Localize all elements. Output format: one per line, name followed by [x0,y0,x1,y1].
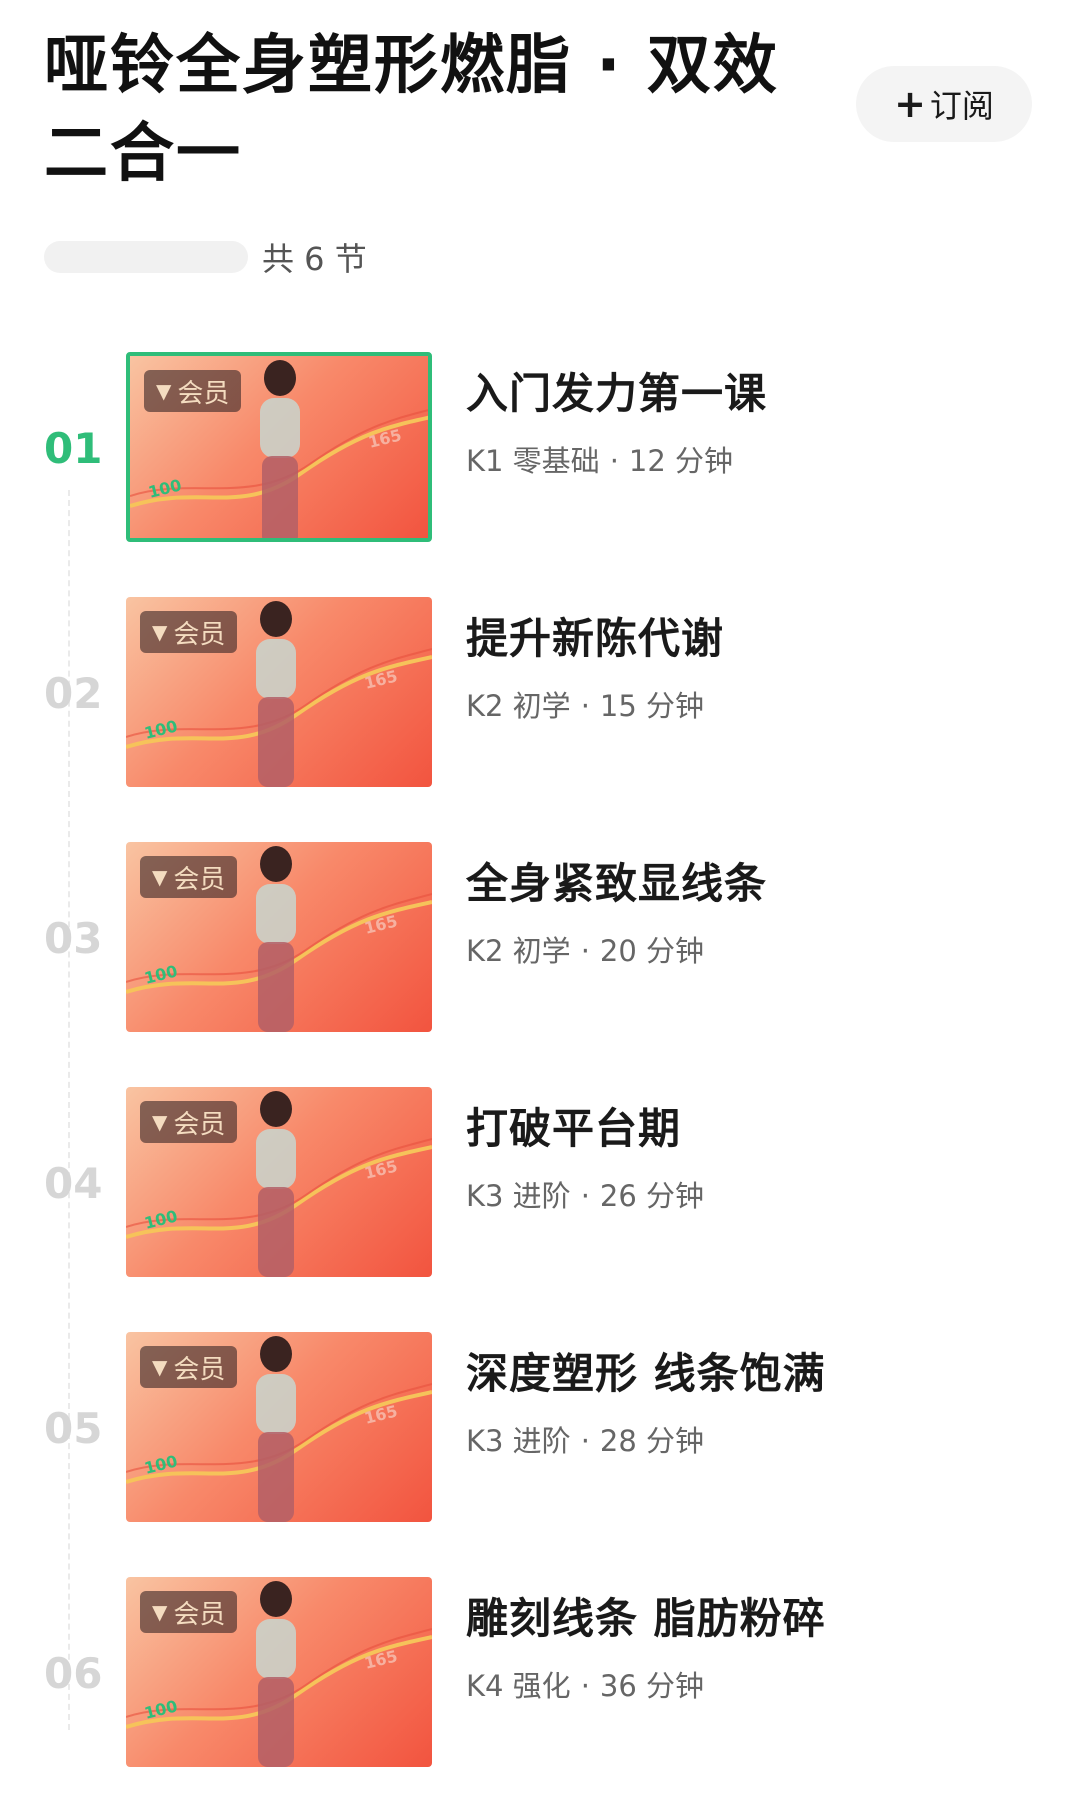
end-mark: 165 [362,1401,399,1428]
lesson-count: 共 6 节 [262,240,367,278]
figure-head [260,601,292,637]
subscribe-button[interactable]: + 订阅 [856,66,1032,142]
figure-legs [258,1187,294,1277]
lesson-duration: 26 分钟 [599,1179,705,1213]
lesson-thumbnail[interactable]: 100 165 ▼ 会员 [126,352,432,542]
vip-badge: ▼ 会员 [140,856,238,898]
end-mark: 165 [362,1646,399,1673]
vip-badge: ▼ 会员 [140,1346,238,1388]
lesson-meta: K4 强化 · 36 分钟 [466,1663,704,1705]
end-mark: 165 [362,911,399,938]
vip-heart-icon: ▼ [152,865,168,889]
figure-legs [258,1432,294,1522]
lesson-level: K2 初学 [466,689,571,723]
figure-legs [258,1677,294,1767]
lesson-level: K2 初学 [466,934,571,968]
lesson-level: K4 强化 [466,1669,571,1703]
page-title: 哑铃全身塑形燃脂 · 双效二合一 [44,29,779,191]
vip-badge-label: 会员 [173,1599,226,1630]
separator-dot: · [580,689,590,723]
lesson-thumbnail[interactable]: 100 165 ▼ 会员 [126,842,432,1032]
vip-badge-label: 会员 [177,378,230,409]
plus-icon: + [894,82,926,126]
lesson-level: K1 零基础 [466,444,600,478]
lesson-meta: K3 进阶 · 26 分钟 [466,1173,704,1215]
lesson-item[interactable]: 06 100 165 ▼ 会员 雕刻线条 脂肪粉碎 K4 强化 · 36 分钟 [0,1577,1080,1777]
end-mark: 165 [362,1156,399,1183]
lesson-duration: 20 分钟 [599,934,705,968]
figure-head [260,1581,292,1617]
figure-torso [256,884,296,944]
lesson-title[interactable]: 入门发力第一课 [466,360,767,421]
lesson-number: 01 [44,424,103,473]
lesson-level: K3 进阶 [466,1424,571,1458]
figure-head [264,360,296,396]
lesson-duration: 28 分钟 [599,1424,705,1458]
figure-legs [262,456,298,538]
vip-badge-label: 会员 [173,619,226,650]
vip-badge: ▼ 会员 [144,370,242,412]
lesson-number: 06 [44,1649,103,1698]
lesson-title[interactable]: 提升新陈代谢 [466,605,724,666]
vip-badge: ▼ 会员 [140,611,238,653]
lesson-number: 02 [44,669,103,718]
lesson-meta: K2 初学 · 15 分钟 [466,683,704,725]
lesson-item[interactable]: 02 100 165 ▼ 会员 提升新陈代谢 K2 初学 · 15 分钟 [0,597,1080,797]
separator-dot: · [580,1424,590,1458]
lesson-number: 03 [44,914,103,963]
lesson-number: 05 [44,1404,103,1453]
lesson-meta: K2 初学 · 20 分钟 [466,928,704,970]
vip-heart-icon: ▼ [152,1600,168,1624]
vip-badge: ▼ 会员 [140,1101,238,1143]
lesson-item[interactable]: 05 100 165 ▼ 会员 深度塑形 线条饱满 K3 进阶 · 28 分钟 [0,1332,1080,1532]
vip-badge-label: 会员 [173,1109,226,1140]
subscribe-label: 订阅 [929,87,994,125]
separator-dot: · [609,444,619,478]
lesson-number: 04 [44,1159,103,1208]
separator-dot: · [580,1179,590,1213]
figure-torso [256,1619,296,1679]
lesson-duration: 15 分钟 [599,689,705,723]
end-mark: 165 [366,425,403,452]
lesson-thumbnail[interactable]: 100 165 ▼ 会员 [126,597,432,787]
lesson-meta: K1 零基础 · 12 分钟 [466,438,733,480]
vip-badge: ▼ 会员 [140,1591,238,1633]
lesson-item[interactable]: 04 100 165 ▼ 会员 打破平台期 K3 进阶 · 26 分钟 [0,1087,1080,1287]
vip-heart-icon: ▼ [156,379,172,403]
lesson-title[interactable]: 深度塑形 线条饱满 [466,1340,826,1401]
figure-torso [256,1374,296,1434]
figure-legs [258,942,294,1032]
lesson-duration: 36 分钟 [599,1669,705,1703]
lesson-thumbnail[interactable]: 100 165 ▼ 会员 [126,1332,432,1522]
lesson-duration: 12 分钟 [628,444,734,478]
figure-head [260,1091,292,1127]
lesson-title[interactable]: 雕刻线条 脂肪粉碎 [466,1585,826,1646]
vip-badge-label: 会员 [173,1354,226,1385]
figure-head [260,1336,292,1372]
vip-heart-icon: ▼ [152,620,168,644]
lesson-title[interactable]: 打破平台期 [466,1095,681,1156]
figure-torso [256,639,296,699]
figure-legs [258,697,294,787]
vip-heart-icon: ▼ [152,1355,168,1379]
figure-head [260,846,292,882]
separator-dot: · [580,1669,590,1703]
separator-dot: · [580,934,590,968]
vip-badge-label: 会员 [173,864,226,895]
lesson-thumbnail[interactable]: 100 165 ▼ 会员 [126,1087,432,1277]
lesson-item[interactable]: 01 100 165 ▼ 会员 入门发力第一课 K1 零基础 · 12 分钟 [0,352,1080,552]
lesson-meta: K3 进阶 · 28 分钟 [466,1418,704,1460]
vip-heart-icon: ▼ [152,1110,168,1134]
figure-torso [260,398,300,458]
loading-placeholder [44,241,248,273]
lesson-level: K3 进阶 [466,1179,571,1213]
course-meta: 共 6 节 [44,234,367,280]
lesson-item[interactable]: 03 100 165 ▼ 会员 全身紧致显线条 K2 初学 · 20 分钟 [0,842,1080,1042]
figure-torso [256,1129,296,1189]
end-mark: 165 [362,666,399,693]
lesson-title[interactable]: 全身紧致显线条 [466,850,767,911]
lesson-thumbnail[interactable]: 100 165 ▼ 会员 [126,1577,432,1767]
